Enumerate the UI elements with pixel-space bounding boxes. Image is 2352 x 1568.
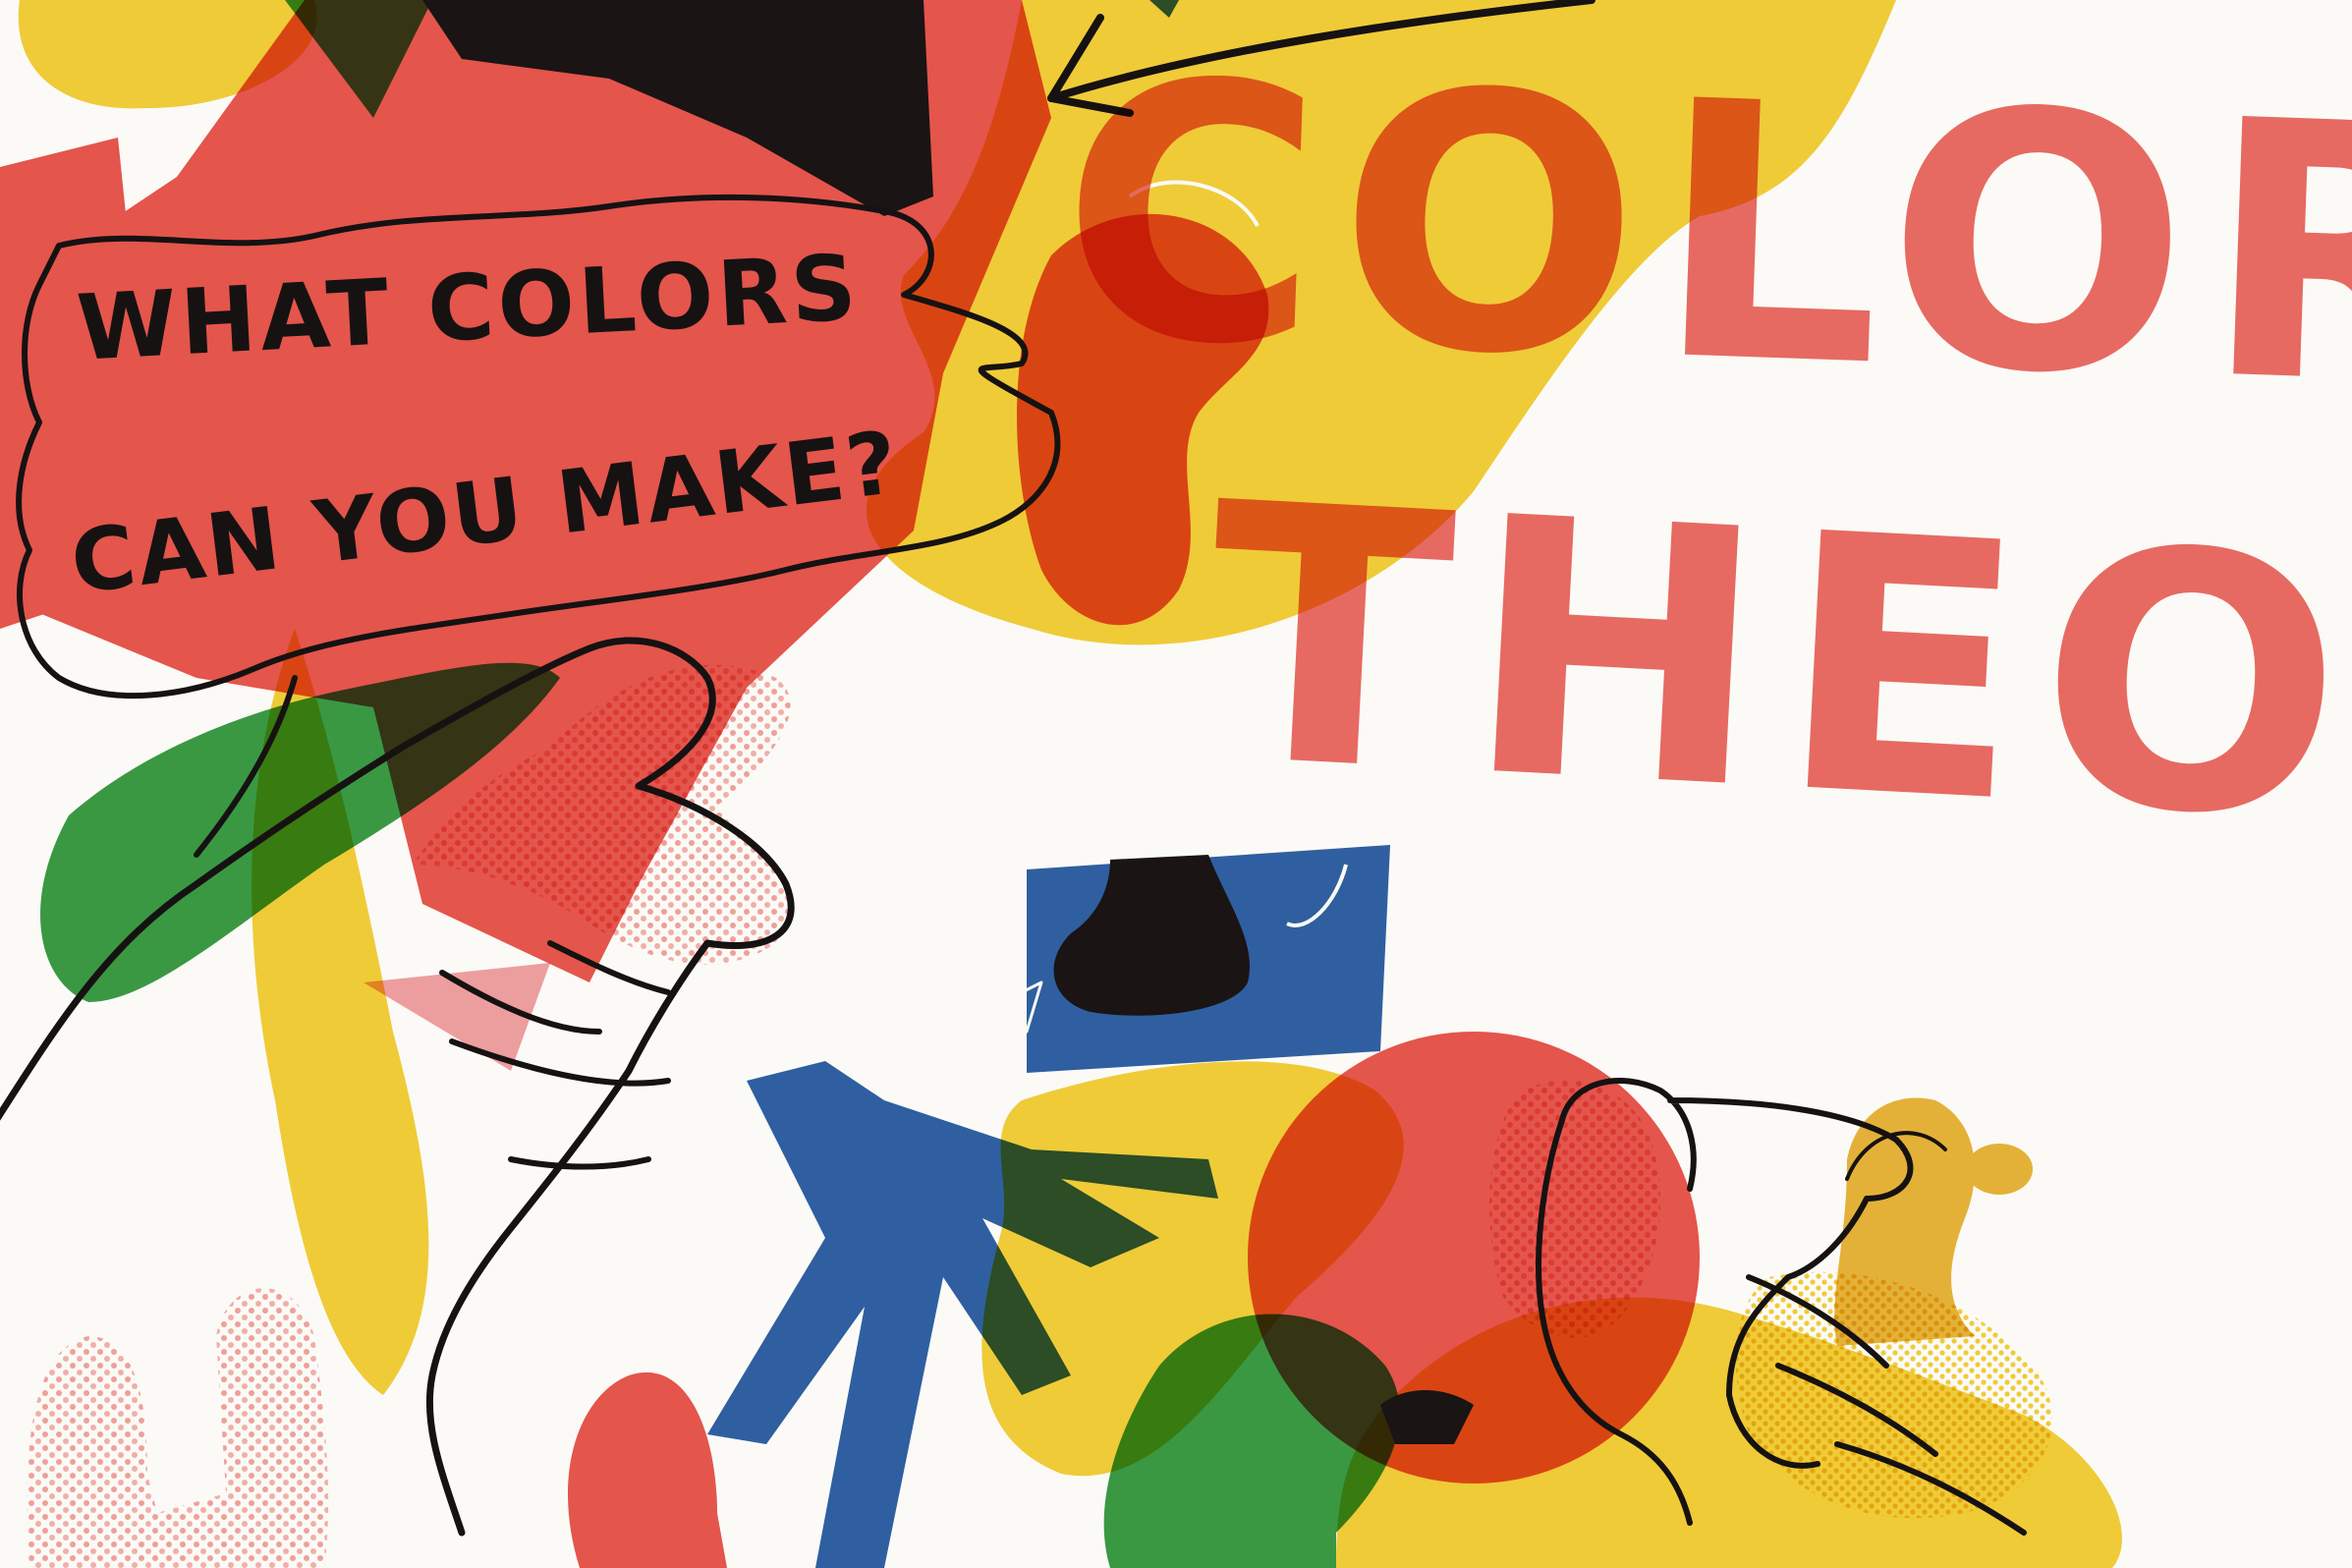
title-color: COLOR [1054, 4, 2352, 467]
pink-u-shape [27, 1288, 329, 1568]
yellow-character [1834, 1097, 2033, 1346]
title-theory: THEORY [1199, 427, 2352, 927]
red-blob-bottom-center [568, 1372, 727, 1568]
yellow-character-hat [1966, 1144, 2033, 1195]
